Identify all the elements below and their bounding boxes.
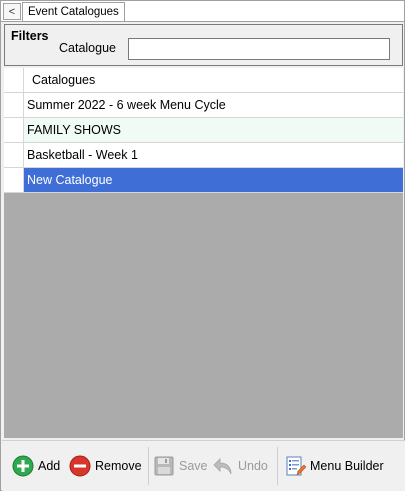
catalogue-filter-label: Catalogue (59, 41, 116, 55)
catalogues-grid: Catalogues Summer 2022 - 6 week Menu Cyc… (4, 68, 403, 438)
undo-arrow-icon (212, 455, 234, 477)
tab-divider (1, 21, 404, 22)
minus-circle-icon (69, 455, 91, 477)
save-button[interactable]: Save (153, 453, 208, 479)
table-row[interactable]: Summer 2022 - 6 week Menu Cycle (4, 93, 403, 118)
table-row[interactable]: FAMILY SHOWS (4, 118, 403, 143)
window-frame: < Event Catalogues Filters Catalogue Cat… (0, 0, 405, 491)
add-button-label: Add (38, 459, 61, 473)
toolbar-separator (148, 447, 149, 485)
toolbar-separator (277, 447, 278, 485)
filters-panel: Filters Catalogue (4, 24, 403, 66)
catalogue-filter-input[interactable] (128, 38, 390, 60)
menu-builder-button-label: Menu Builder (310, 459, 384, 473)
catalogue-cell[interactable]: Basketball - Week 1 (24, 143, 403, 167)
undo-button[interactable]: Undo (212, 453, 268, 479)
row-selector[interactable] (4, 143, 24, 167)
tab-strip: < Event Catalogues (1, 1, 404, 22)
filters-title: Filters (11, 29, 49, 43)
chevron-left-icon: < (8, 5, 16, 18)
save-button-label: Save (179, 459, 208, 473)
header-selector-cell (4, 68, 24, 92)
catalogue-cell[interactable]: New Catalogue (24, 168, 403, 192)
row-selector[interactable] (4, 118, 24, 142)
floppy-disk-icon (153, 455, 175, 477)
grid-header-row: Catalogues (4, 68, 403, 93)
bottom-toolbar: Add Remove Save Undo Menu Builder (2, 440, 405, 491)
plus-circle-icon (12, 455, 34, 477)
column-header-catalogues[interactable]: Catalogues (24, 68, 403, 92)
table-row[interactable]: Basketball - Week 1 (4, 143, 403, 168)
tab-event-catalogues[interactable]: Event Catalogues (22, 2, 125, 22)
remove-button-label: Remove (95, 459, 142, 473)
menu-builder-button[interactable]: Menu Builder (284, 453, 384, 479)
row-selector[interactable] (4, 93, 24, 117)
add-button[interactable]: Add (12, 453, 60, 479)
tab-back-button[interactable]: < (3, 3, 21, 20)
undo-button-label: Undo (238, 459, 268, 473)
catalogue-cell[interactable]: Summer 2022 - 6 week Menu Cycle (24, 93, 403, 117)
catalogue-cell[interactable]: FAMILY SHOWS (24, 118, 403, 142)
row-selector[interactable] (4, 168, 24, 192)
remove-button[interactable]: Remove (69, 453, 142, 479)
document-edit-icon (284, 455, 307, 477)
table-row-selected[interactable]: New Catalogue (4, 168, 403, 193)
